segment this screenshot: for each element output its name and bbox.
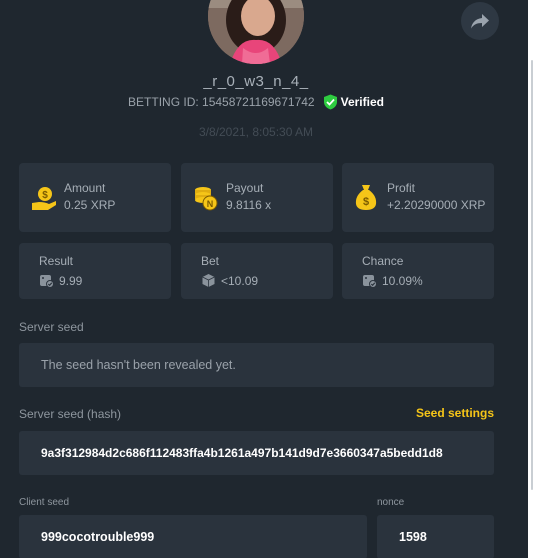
svg-text:N: N xyxy=(207,199,214,209)
bet-card: Bet <10.09 xyxy=(181,243,333,299)
bet-timestamp: 3/8/2021, 8:05:30 AM xyxy=(198,125,314,139)
dice-check-icon xyxy=(362,273,377,293)
verified-badge: Verified xyxy=(323,94,384,110)
profit-value: +2.20290000 XRP xyxy=(387,198,486,212)
server-seed-hash-label: Server seed (hash) xyxy=(19,407,122,421)
share-button[interactable] xyxy=(461,2,499,40)
chance-value: 10.09% xyxy=(382,274,423,288)
client-seed-field[interactable]: 999cocotrouble999 xyxy=(19,515,367,558)
svg-text:$: $ xyxy=(42,190,48,201)
result-value: 9.99 xyxy=(59,274,83,288)
avatar xyxy=(208,0,304,64)
dice-check-icon xyxy=(39,273,54,293)
nonce-field[interactable]: 1598 xyxy=(377,515,494,558)
scrollbar[interactable] xyxy=(528,0,538,558)
profit-card: $ Profit +2.20290000 XRP xyxy=(342,163,494,232)
chance-label: Chance xyxy=(362,254,404,268)
username: _r_0_w3_n_4_ xyxy=(203,73,309,90)
seed-settings-link[interactable]: Seed settings xyxy=(416,406,494,420)
bet-label: Bet xyxy=(201,254,220,268)
share-arrow-icon xyxy=(471,14,489,29)
svg-text:$: $ xyxy=(363,196,369,208)
server-seed-hash-field[interactable]: 9a3f312984d2c686f112483ffa4b1261a497b141… xyxy=(19,431,494,475)
client-seed-label: Client seed xyxy=(19,497,70,508)
shield-check-icon xyxy=(323,94,337,110)
dice-icon xyxy=(201,273,216,293)
amount-card: $ Amount 0.25 XRP xyxy=(19,163,171,232)
payout-value: 9.8116 x xyxy=(226,198,272,212)
payout-card: N Payout 9.8116 x xyxy=(181,163,333,232)
server-seed-field[interactable]: The seed hasn't been revealed yet. xyxy=(19,343,494,387)
betting-id-row: BETTING ID: 15458721169671742 Verified xyxy=(0,94,512,110)
payout-label: Payout xyxy=(226,181,264,195)
result-label: Result xyxy=(39,254,74,268)
money-hand-icon: $ xyxy=(31,185,57,216)
nonce-label: nonce xyxy=(377,497,405,508)
coin-stack-icon: N xyxy=(193,185,219,216)
server-seed-label: Server seed xyxy=(19,320,84,334)
money-bag-icon: $ xyxy=(354,184,378,216)
verified-label: Verified xyxy=(340,95,384,109)
betting-id: BETTING ID: 15458721169671742 xyxy=(128,95,315,109)
amount-value: 0.25 XRP xyxy=(64,198,116,212)
chance-card: Chance 10.09% xyxy=(342,243,494,299)
bet-value: <10.09 xyxy=(221,274,259,288)
profit-label: Profit xyxy=(387,181,416,195)
amount-label: Amount xyxy=(64,181,106,195)
avatar-photo xyxy=(208,0,304,64)
scrollbar-track[interactable] xyxy=(531,60,533,490)
result-card: Result 9.99 xyxy=(19,243,171,299)
